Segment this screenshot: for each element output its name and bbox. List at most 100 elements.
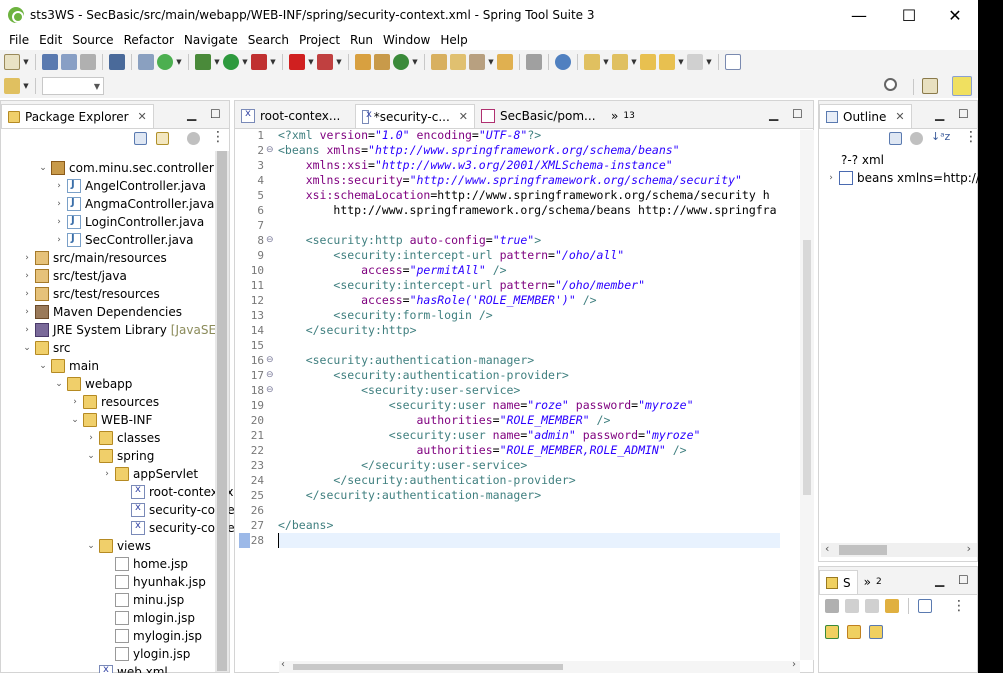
menu-search[interactable]: Search [243,33,294,47]
filter-icon[interactable] [910,132,923,145]
new-dropdown-icon[interactable]: ▼ [23,58,29,66]
code-line[interactable]: access="permitAll" /> [278,263,778,278]
boot-dashboard-icon[interactable] [157,54,173,70]
forward-dropdown-icon[interactable]: ▼ [706,58,712,66]
tree-item[interactable]: mlogin.jsp [101,609,195,627]
tree-item[interactable]: › resources [69,393,159,411]
collapse-chevron-icon[interactable]: ⌄ [69,415,81,425]
code-line[interactable]: xmlns:xsi="http://www.w3.org/2001/XMLSch… [278,158,778,173]
code-line[interactable]: </security:http> [278,323,778,338]
menu-file[interactable]: File [4,33,34,47]
tab-pom[interactable]: SecBasic/pom... [475,104,605,128]
run-external-icon[interactable] [251,54,267,70]
new-server-icon[interactable] [847,625,861,639]
code-line[interactable]: access="hasRole('ROLE_MEMBER')" /> [278,293,778,308]
deploy-dropdown-icon[interactable]: ▼ [336,58,342,66]
minimize-view-icon[interactable]: ▁ [187,107,196,121]
tree-item[interactable]: minu.jsp [101,591,184,609]
code-line[interactable]: authorities="ROLE_MEMBER,ROLE_ADMIN" /> [278,443,778,458]
close-icon[interactable]: ✕ [138,110,147,123]
expand-chevron-icon[interactable]: › [101,469,113,479]
menu-edit[interactable]: Edit [34,33,67,47]
tree-item[interactable]: mylogin.jsp [101,627,202,645]
new-java-project-icon[interactable] [355,54,371,70]
view-menu-icon[interactable]: ⋮ [964,129,978,145]
save-icon[interactable] [42,54,58,70]
code-line[interactable]: xsi:schemaLocation=http://www.springfram… [278,188,778,203]
package-explorer-scrollbar[interactable] [215,151,229,672]
open-folder-icon[interactable] [497,54,513,70]
code-line[interactable]: <security:intercept-url pattern="/oho/me… [278,278,778,293]
tree-item[interactable]: ⌄ main [37,357,99,375]
minimize-button[interactable]: — [836,0,882,30]
tree-item[interactable]: › appServlet [101,465,198,483]
expand-chevron-icon[interactable]: › [53,181,65,191]
code-line[interactable]: http://www.springframework.org/schema/be… [278,203,778,218]
code-line[interactable]: </security:authentication-provider> [278,473,778,488]
collapse-icon[interactable] [918,599,932,613]
run-icon[interactable] [223,54,239,70]
back-icon[interactable] [659,54,675,70]
code-line[interactable]: <security:user name="admin" password="my… [278,428,778,443]
link-with-editor-icon[interactable] [156,132,169,145]
new-icon[interactable] [4,54,20,70]
outline-horizontal-scrollbar[interactable]: ‹ › [821,542,977,557]
code-line[interactable]: </security:user-service> [278,458,778,473]
open-resource-icon[interactable] [450,54,466,70]
expand-chevron-icon[interactable]: › [21,289,33,299]
tree-item[interactable]: › src/main/resources [21,249,167,267]
fold-toggle-icon[interactable]: ⊖ [266,383,274,398]
code-line[interactable]: authorities="ROLE_MEMBER" /> [278,413,778,428]
collapse-chevron-icon[interactable]: ⌄ [53,379,65,389]
expand-chevron-icon[interactable]: › [53,199,65,209]
expand-chevron-icon[interactable]: › [21,325,33,335]
tree-item[interactable]: › AngmaController.java [53,195,214,213]
code-line[interactable]: <security:user-service> [278,383,778,398]
selector-combo[interactable]: ▼ [42,77,104,95]
tab-overflow[interactable]: » 2 [858,570,888,594]
code-line[interactable] [278,503,778,518]
code-line[interactable] [278,338,778,353]
tree-item[interactable]: ⌄ spring [85,447,154,465]
tab-security-context[interactable]: *security-c... ✕ [355,104,475,128]
scroll-left-icon[interactable]: ‹ [825,542,829,555]
code-line[interactable]: <security:form-login /> [278,308,778,323]
code-line[interactable] [278,533,778,548]
fold-toggle-icon[interactable]: ⊖ [266,143,274,158]
tree-item[interactable]: › JRE System Library [JavaSE-1 [21,321,228,339]
maximize-view-icon[interactable]: ☐ [792,107,803,121]
menu-navigate[interactable]: Navigate [179,33,243,47]
highlighter-dropdown-icon[interactable]: ▼ [23,82,29,90]
menu-source[interactable]: Source [67,33,118,47]
back-icon[interactable] [845,599,859,613]
fold-toggle-icon[interactable]: ⊖ [266,353,274,368]
debug-dropdown-icon[interactable]: ▼ [214,58,220,66]
expand-chevron-icon[interactable]: › [53,235,65,245]
scroll-right-icon[interactable]: › [967,542,971,555]
outline-item[interactable]: › beans xmlns=http://w [825,169,990,187]
tree-item[interactable]: › src/test/java [21,267,127,285]
new-class-dropdown-icon[interactable]: ▼ [412,58,418,66]
globe-icon[interactable] [555,54,571,70]
boot-dropdown-icon[interactable]: ▼ [176,58,182,66]
new-package-icon[interactable] [374,54,390,70]
view-menu-icon[interactable]: ⋮ [211,129,225,145]
editor-vertical-scrollbar[interactable] [800,130,814,660]
forward-icon[interactable] [865,599,879,613]
fold-toggle-icon[interactable]: ⊖ [266,368,274,383]
tree-item[interactable]: ⌄ src [21,339,71,357]
tab-overflow[interactable]: » 13 [605,104,645,128]
stop-icon[interactable] [289,54,305,70]
open-perspective-icon[interactable] [922,78,938,94]
menu-project[interactable]: Project [294,33,345,47]
debug-icon[interactable] [195,54,211,70]
code-line[interactable]: <security:http auto-config="true"> [278,233,778,248]
import-server-icon[interactable] [869,625,883,639]
scroll-right-icon[interactable]: › [792,659,796,670]
close-icon[interactable]: ✕ [895,110,904,123]
scroll-thumb[interactable] [293,664,563,670]
code-line[interactable]: </beans> [278,518,778,533]
search-tool-icon[interactable] [469,54,485,70]
tree-item[interactable]: hyunhak.jsp [101,573,206,591]
code-line[interactable]: xmlns:security="http://www.springframewo… [278,173,778,188]
